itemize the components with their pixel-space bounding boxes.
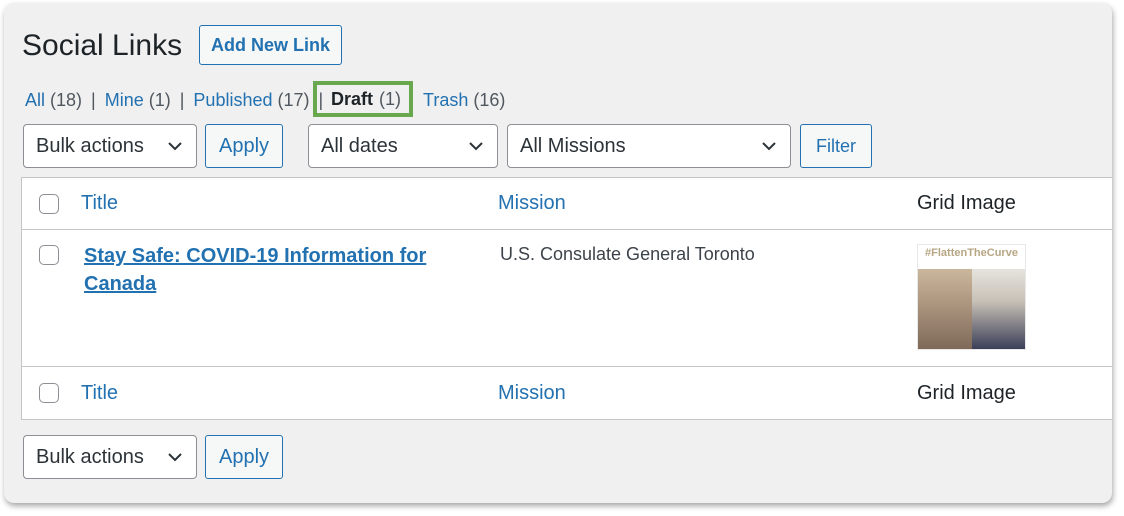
dates-value: All dates [321, 134, 398, 157]
view-all-link[interactable]: All [25, 90, 45, 111]
apply-button-bottom[interactable]: Apply [205, 435, 283, 479]
divider [22, 229, 1112, 230]
chevron-down-icon [168, 142, 182, 151]
view-trash-link[interactable]: Trash [423, 90, 468, 111]
chevron-down-icon [469, 142, 483, 151]
bulk-actions-select-bottom[interactable]: Bulk actions [23, 435, 197, 479]
row-title-link[interactable]: Stay Safe: COVID-19 Information for Cana… [84, 242, 444, 298]
mission-column-header[interactable]: Mission [498, 192, 566, 215]
divider [22, 366, 1112, 367]
filter-button[interactable]: Filter [800, 124, 872, 168]
view-filters: All (18) | Mine (1) | Published (17) | [25, 88, 323, 112]
view-all-count: (18) [50, 89, 83, 110]
view-mine-count: (1) [148, 89, 171, 110]
title-column-header[interactable]: Title [81, 192, 118, 215]
thumbnail-photo-right [972, 269, 1025, 349]
dates-select[interactable]: All dates [308, 124, 498, 168]
view-trash-count: (16) [473, 89, 506, 110]
add-new-link-button[interactable]: Add New Link [199, 25, 342, 65]
grid-image-column-footer: Grid Image [917, 382, 1016, 404]
separator: | [179, 89, 185, 110]
title-column-footer[interactable]: Title [81, 382, 118, 405]
bulk-actions-value: Bulk actions [36, 134, 144, 157]
view-mine-link[interactable]: Mine [105, 90, 144, 111]
page-title: Social Links [22, 29, 183, 62]
row-checkbox[interactable] [39, 245, 59, 265]
view-draft-count: (1) [379, 88, 402, 109]
grid-image-column-header: Grid Image [917, 192, 1016, 214]
missions-value: All Missions [520, 134, 626, 157]
select-all-checkbox-footer[interactable] [39, 383, 59, 403]
bulk-actions-value-bottom: Bulk actions [36, 445, 144, 468]
separator: | [91, 89, 96, 110]
bulk-actions-select[interactable]: Bulk actions [23, 124, 197, 168]
admin-screen: Social Links Add New Link All (18) | Min… [4, 3, 1112, 503]
view-published-count: (17) [277, 89, 310, 110]
posts-table: Title Mission Grid Image Stay Safe: COVI… [21, 177, 1112, 420]
chevron-down-icon [762, 142, 776, 151]
chevron-down-icon [168, 453, 182, 462]
grid-image-thumbnail: #FlattenTheCurve [917, 244, 1026, 350]
view-published-link[interactable]: Published [193, 90, 272, 111]
thumbnail-photo-left [918, 269, 972, 349]
row-mission: U.S. Consulate General Toronto [500, 244, 755, 264]
select-all-checkbox[interactable] [39, 194, 59, 214]
view-draft-label: Draft [331, 88, 374, 109]
mission-column-footer[interactable]: Mission [498, 382, 566, 405]
view-draft-current[interactable]: Draft (1) [313, 81, 413, 117]
missions-select[interactable]: All Missions [507, 124, 791, 168]
apply-button[interactable]: Apply [205, 124, 283, 168]
view-filters-trash: Trash (16) [423, 88, 505, 112]
thumbnail-hashtag: #FlattenTheCurve [925, 247, 1018, 259]
